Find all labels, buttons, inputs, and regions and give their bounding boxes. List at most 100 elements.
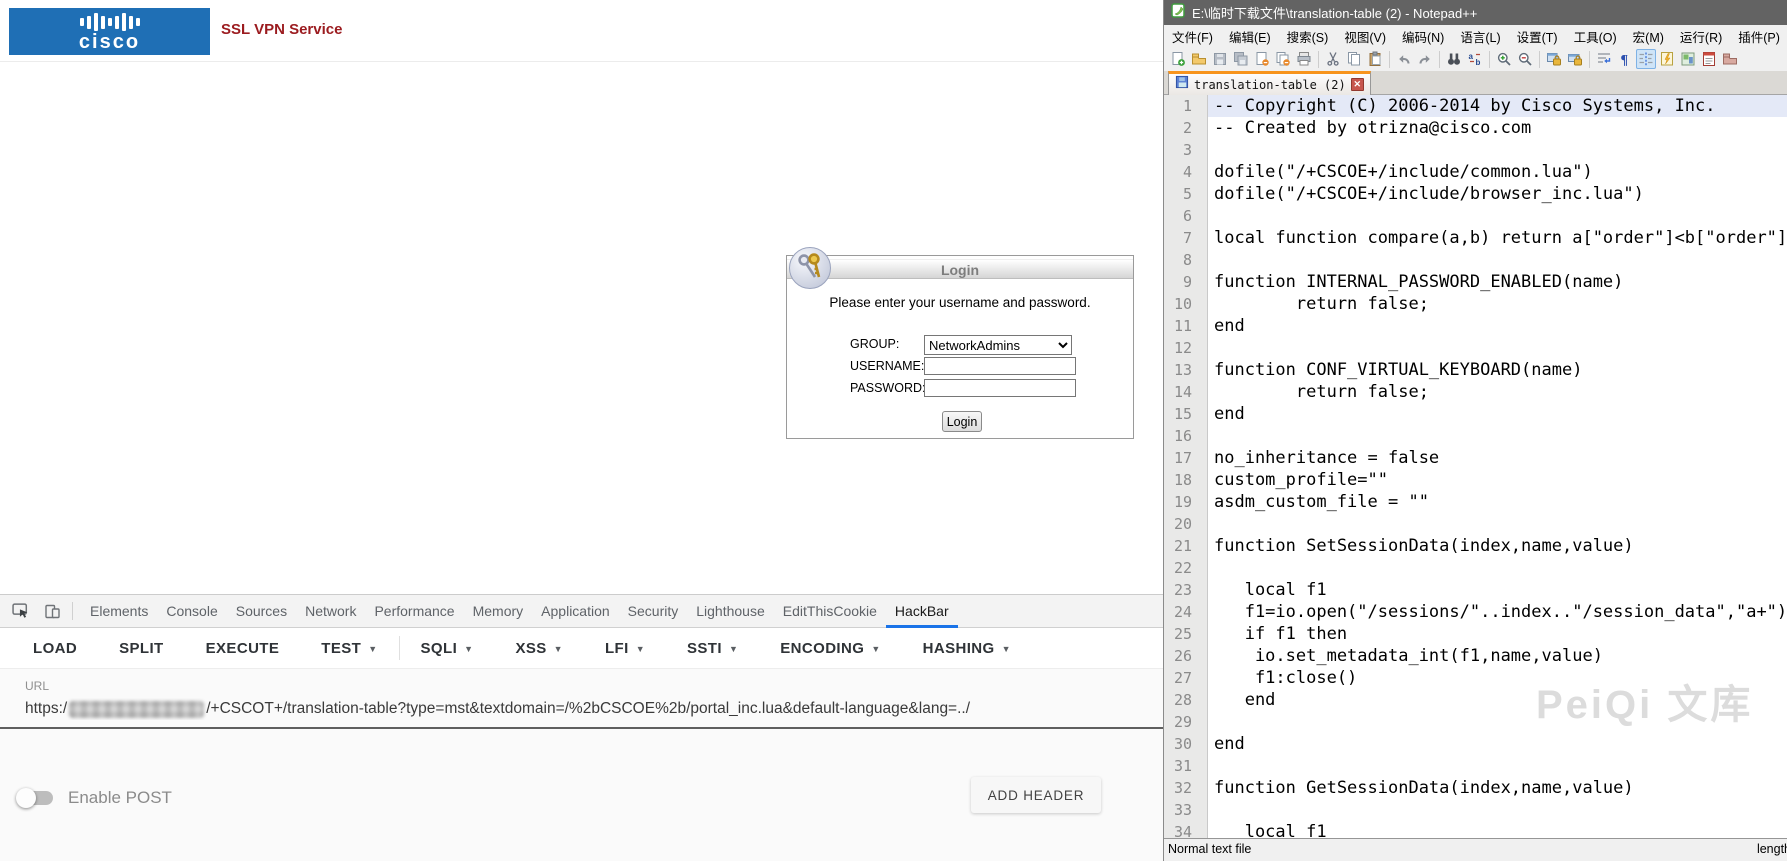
username-field[interactable] [924,357,1076,375]
chevron-down-icon: ▼ [1001,644,1011,654]
hackbar-menu-split[interactable]: SPLIT [119,640,164,657]
show-all-chars-icon[interactable]: ¶ [1615,49,1635,69]
inspect-icon[interactable] [11,601,31,621]
menu--[interactable]: 编辑(E) [1221,27,1279,46]
paste-icon[interactable] [1365,49,1385,69]
close-all-docs-icon[interactable] [1273,49,1293,69]
menu--[interactable]: 语言(L) [1452,27,1508,46]
hackbar-menu-encoding[interactable]: ENCODING ▼ [780,640,880,657]
menu--[interactable]: 视图(V) [1336,27,1394,46]
menu--[interactable]: 文件(F) [1164,27,1221,46]
tab-memory[interactable]: Memory [464,595,533,628]
tab-hackbar[interactable]: HackBar [886,595,958,628]
find-icon[interactable] [1444,49,1464,69]
login-dialog: Login Please enter your username and pas… [786,247,1134,439]
code-text: end [1214,404,1245,424]
indent-guide-icon[interactable] [1636,49,1656,69]
divider [398,636,400,660]
site-header: cisco SSL VPN Service [0,0,1163,62]
cut-icon[interactable] [1323,49,1343,69]
login-button[interactable]: Login [942,411,982,432]
word-wrap-icon[interactable] [1594,49,1614,69]
code-text: f1:close() [1214,668,1358,688]
sync-scroll-h-icon[interactable] [1565,49,1585,69]
url-input[interactable]: https:/ /+CSCOT+/translation-table?type=… [25,698,1145,720]
undo-icon[interactable] [1394,49,1414,69]
zoom-out-icon[interactable] [1515,49,1535,69]
line-number: 1 [1164,95,1208,117]
file-tab[interactable]: translation-table (2) ✕ [1168,71,1371,95]
cisco-bridge-bar [128,15,133,29]
replace-icon[interactable]: ab [1465,49,1485,69]
line-number: 21 [1164,535,1208,557]
tab-network[interactable]: Network [296,595,365,628]
login-dialog-title: Login [787,259,1133,279]
new-file-icon[interactable] [1168,49,1188,69]
hackbar-menu-lfi[interactable]: LFI ▼ [605,640,645,657]
line-number: 12 [1164,337,1208,359]
zoom-in-icon[interactable] [1494,49,1514,69]
cisco-logo-text: cisco [78,31,141,53]
hackbar-menu-load[interactable]: LOAD [33,640,77,657]
close-icon[interactable]: ✕ [1350,78,1364,91]
sync-scroll-v-icon[interactable] [1544,49,1564,69]
tab-console[interactable]: Console [157,595,226,628]
hackbar-menu-xss[interactable]: XSS ▼ [515,640,563,657]
menu--[interactable]: 设置(T) [1509,27,1566,46]
url-suffix: /+CSCOT+/translation-table?type=mst&text… [206,700,971,717]
copy-icon[interactable] [1344,49,1364,69]
redacted-host [69,700,205,718]
svg-text:b: b [1476,58,1481,67]
cisco-bridge-bar [86,15,91,29]
code-line: 5 dofile("/+CSCOE+/include/browser_inc.lu… [1164,183,1787,205]
menu--[interactable]: 宏(M) [1625,27,1672,46]
tab-performance[interactable]: Performance [365,595,463,628]
menu-label: LOAD [33,639,78,657]
cisco-bridge-bar [107,18,112,26]
code-text: asdm_custom_file = "" [1214,492,1429,512]
code-line: 26 io.set_metadata_int(f1,name,value) [1164,645,1787,667]
device-toolbar-icon[interactable] [42,601,62,621]
line-number: 19 [1164,491,1208,513]
hackbar-toolbar: LOAD SPLIT EXECUTE TEST ▼ SQLI ▼ XSS ▼ LFI ▼ SSTI ▼ E… [0,628,1163,669]
doc-monitor-icon[interactable] [1657,49,1677,69]
folder-workspace-icon[interactable] [1720,49,1740,69]
tab-elements[interactable]: Elements [81,595,157,628]
tab-application[interactable]: Application [532,595,619,628]
tab-editthiscookie[interactable]: EditThisCookie [774,595,886,628]
menu--[interactable]: 插件(P) [1730,27,1787,46]
hackbar-menu-sqli[interactable]: SQLI ▼ [421,640,474,657]
enable-post-toggle[interactable] [16,785,56,809]
close-doc-icon[interactable] [1252,49,1272,69]
code-line: 30 end [1164,733,1787,755]
password-field[interactable] [924,379,1076,397]
code-editor[interactable]: 1 -- Copyright (C) 2006-2014 by Cisco Sys… [1164,95,1787,838]
group-select[interactable]: NetworkAdmins [924,335,1072,355]
doc-list-icon[interactable] [1699,49,1719,69]
code-line: 8 [1164,249,1787,271]
redo-icon[interactable] [1415,49,1435,69]
code-line: 17 no_inheritance = false [1164,447,1787,469]
doc-map-icon[interactable] [1678,49,1698,69]
save-all-icon[interactable] [1231,49,1251,69]
menu--[interactable]: 工具(O) [1566,27,1625,46]
open-folder-icon[interactable] [1189,49,1209,69]
hackbar-menu-hashing[interactable]: HASHING ▼ [923,640,1011,657]
status-length: length [1756,842,1787,856]
save-icon[interactable] [1210,49,1230,69]
hackbar-menu-execute[interactable]: EXECUTE [206,640,280,657]
print-icon[interactable] [1294,49,1314,69]
tab-security[interactable]: Security [619,595,688,628]
tab-lighthouse[interactable]: Lighthouse [687,595,774,628]
menu--[interactable]: 编码(N) [1394,27,1452,46]
menu--[interactable]: 运行(R) [1672,27,1730,46]
url-label: URL [25,679,50,693]
add-header-button[interactable]: ADD HEADER [971,777,1101,813]
hackbar-menu-ssti[interactable]: SSTI ▼ [687,640,738,657]
file-tab-label: translation-table (2) [1194,77,1346,92]
tab-sources[interactable]: Sources [227,595,296,628]
menu-label: TEST [321,639,362,657]
hackbar-menu-test[interactable]: TEST ▼ [321,640,377,657]
menu--[interactable]: 搜索(S) [1279,27,1337,46]
